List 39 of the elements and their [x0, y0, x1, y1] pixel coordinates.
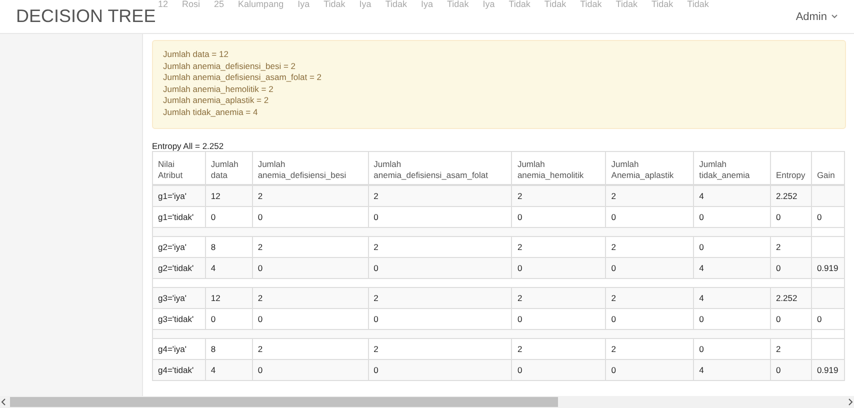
entropy-text: Entropy All = 2.252: [152, 141, 225, 151]
faded-table-text: Iya: [298, 0, 310, 9]
table-cell: 0: [606, 360, 694, 380]
faded-table-text: Tidak: [616, 0, 638, 9]
table-cell: 0: [770, 360, 812, 380]
app-title: DECISION TREE: [16, 6, 156, 27]
faded-table-text: 12: [158, 0, 168, 9]
summary-line: Jumlah anemia_defisiensi_asam_folat = 2: [163, 72, 323, 84]
faded-table-text: Tidak: [447, 0, 469, 9]
table-cell: 4: [694, 360, 770, 380]
summary-line: Jumlah data = 12: [163, 49, 230, 60]
table-cell: 0: [252, 360, 368, 380]
faded-table-text: Tidak: [544, 0, 566, 9]
table-cell: 0: [512, 360, 606, 380]
table-cell: 0: [368, 360, 512, 380]
summary-line: Jumlah anemia_hemolitik = 2: [163, 84, 274, 95]
faded-table-text: Iya: [482, 0, 495, 9]
table-cell: 4: [205, 360, 252, 380]
faded-table-text: Tidak: [385, 0, 407, 9]
user-menu[interactable]: Admin: [796, 10, 838, 22]
table-cell: g4='tidak': [152, 360, 206, 380]
faded-table-text: Tidak: [687, 0, 709, 9]
scroll-left-icon: [0, 398, 8, 406]
faded-table-text: Tidak: [651, 0, 674, 9]
faded-table-text: Tidak: [580, 0, 602, 9]
faded-table-text: Tidak: [324, 0, 346, 9]
faded-table-text: Iya: [359, 0, 372, 9]
faded-table-text: 25: [214, 0, 224, 9]
table-cell: 0.919: [811, 360, 844, 380]
summary-line: Jumlah tidak_anemia = 4: [163, 106, 259, 118]
faded-table-text: Rosi: [182, 0, 200, 9]
faded-table-text: Tidak: [508, 0, 530, 9]
faded-table-text: Iya: [421, 0, 434, 9]
caret-icon: [831, 14, 838, 19]
summary-line: Jumlah anemia_defisiensi_besi = 2: [163, 60, 297, 72]
horizontal-scrollbar[interactable]: [0, 396, 854, 408]
summary-line: Jumlah anemia_aplastik = 2: [163, 95, 270, 106]
faded-table-text: Kalumpang: [238, 0, 284, 9]
scroll-right-icon: [846, 398, 854, 406]
